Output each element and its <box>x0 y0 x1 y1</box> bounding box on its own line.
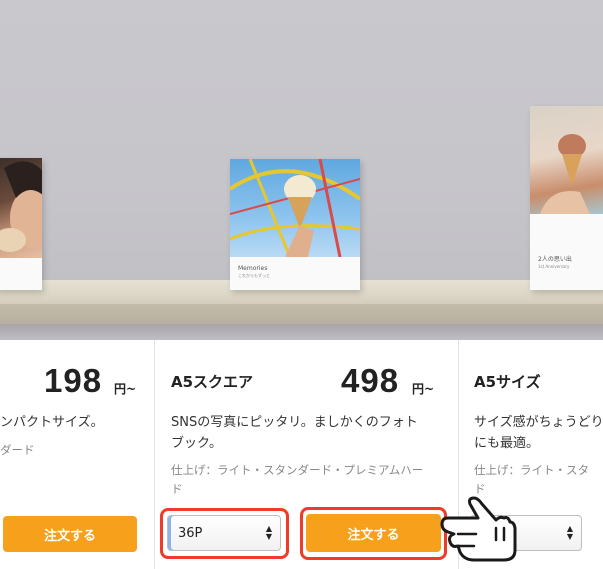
product-name: A5スクエア <box>171 373 254 391</box>
order-button[interactable]: 注文する <box>306 514 441 552</box>
page-count-value: 36P <box>178 525 203 541</box>
photobook-right-title: 2人の思い出 <box>538 256 572 263</box>
pointing-hand-icon <box>440 496 517 562</box>
product-description: ンパクトサイズ。 <box>0 415 104 430</box>
photobook-center-subtitle: これからもずっと <box>238 272 270 278</box>
finish-options-line1: 仕上げ：ライト・スタ <box>474 463 589 477</box>
photobook-left-photo <box>0 158 42 258</box>
select-arrows-icon: ▲ ▼ <box>265 524 272 541</box>
product-page: Memories これからもずっと 2人の思い出 1st Anniversary… <box>0 0 603 569</box>
price-unit: 円~ <box>412 382 435 396</box>
select-arrows-icon: ▲ ▼ <box>566 524 573 541</box>
price-unit: 円~ <box>114 382 137 396</box>
finish-options-line1: 仕上げ：ライト・スタンダード・プレミアムハー <box>171 463 424 477</box>
product-description-line2: にも最適。 <box>474 436 540 451</box>
card-divider <box>154 340 155 569</box>
order-button[interactable]: 注文する <box>3 516 137 552</box>
photobook-right-subtitle: 1st Anniversary <box>538 263 570 269</box>
finish-options-line2: ド <box>171 482 183 496</box>
product-description-line1: SNSの写真にピッタリ。ましかくのフォト <box>171 415 418 430</box>
photobook-center-caption: Memories これからもずっと <box>238 265 270 278</box>
photobook-right: 2人の思い出 1st Anniversary <box>530 106 603 290</box>
page-count-select[interactable]: 36P ▲ ▼ <box>167 515 281 551</box>
photobook-right-photo <box>530 106 603 214</box>
photobook-center-title: Memories <box>238 265 268 272</box>
shelf-front <box>0 304 603 324</box>
photobook-left <box>0 158 42 290</box>
product-description-line2: ブック。 <box>171 436 222 451</box>
photobook-center: Memories これからもずっと <box>230 159 360 290</box>
product-name: A5サイズ <box>474 373 541 391</box>
photobook-center-photo <box>230 159 360 257</box>
shelf-shadow <box>0 324 603 340</box>
price-value: 198 <box>44 362 103 399</box>
photobook-right-caption: 2人の思い出 1st Anniversary <box>538 256 572 269</box>
finish-options: ダード <box>0 443 35 457</box>
price-value: 498 <box>341 362 400 399</box>
shelf-photo: Memories これからもずっと 2人の思い出 1st Anniversary <box>0 0 603 340</box>
product-description-line1: サイズ感がちょうどり <box>474 415 603 430</box>
